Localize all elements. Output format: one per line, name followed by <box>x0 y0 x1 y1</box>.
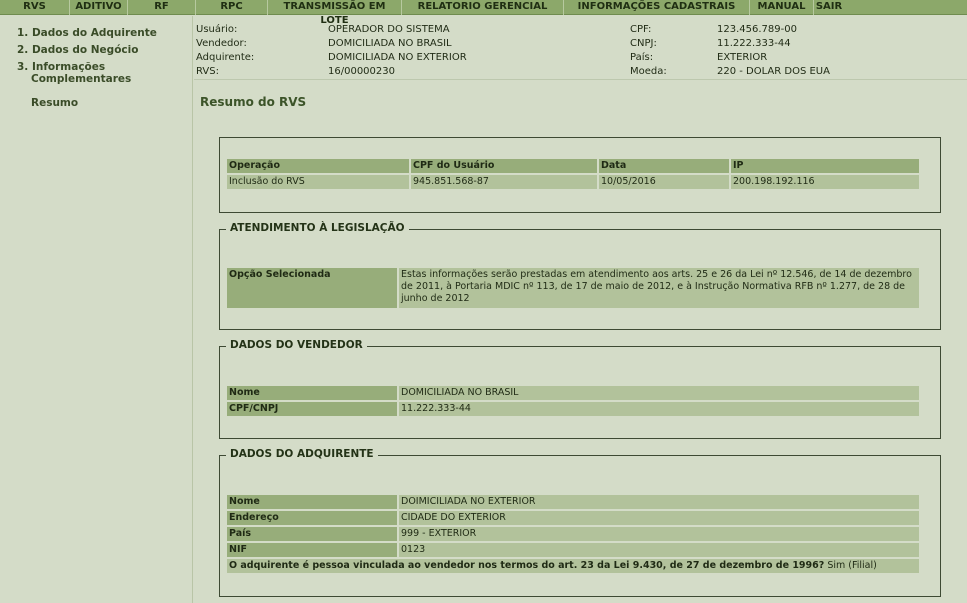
moeda-label: Moeda: <box>630 66 667 77</box>
vendedor-value: DOMICILIADA NO BRASIL <box>328 38 452 49</box>
vendedor-doc-label: CPF/CNPJ <box>227 402 397 416</box>
col-header-ip: IP <box>731 159 919 173</box>
menu-manual[interactable]: MANUAL <box>750 0 814 15</box>
col-header-data: Data <box>599 159 729 173</box>
legislacao-table: Opção Selecionada Estas informações serã… <box>227 266 919 310</box>
table-row: O adquirente é pessoa vinculada ao vende… <box>227 559 919 573</box>
vinculo-row: O adquirente é pessoa vinculada ao vende… <box>227 559 919 573</box>
menu-relatorio-gerencial[interactable]: RELATORIO GERENCIAL <box>402 0 564 15</box>
adquirente-table: Nome DOIMICILIADA NO EXTERIOR Endereço C… <box>227 493 919 575</box>
pais-value: EXTERIOR <box>717 52 768 63</box>
vendedor-box: DADOS DO VENDEDOR Nome DOMICILIADA NO BR… <box>219 339 941 439</box>
adquirente-value: DOMICILIADA NO EXTERIOR <box>328 52 467 63</box>
operation-header-row: Operação CPF do Usuário Data IP <box>227 159 919 173</box>
table-row: Opção Selecionada Estas informações serã… <box>227 268 919 308</box>
moeda-value: 220 - DOLAR DOS EUA <box>717 66 830 77</box>
adquirente-label: Adquirente: <box>196 52 255 63</box>
table-row: Nome DOMICILIADA NO BRASIL <box>227 386 919 400</box>
adquirente-legend: DADOS DO ADQUIRENTE <box>226 448 378 460</box>
menu-sair[interactable]: SAIR <box>814 0 844 15</box>
cpf-label: CPF: <box>630 24 652 35</box>
cell-data: 10/05/2016 <box>599 175 729 189</box>
top-menu-bar: RVS ADITIVO RF RPC TRANSMISSÃO EM LOTE R… <box>0 0 967 26</box>
col-header-operacao: Operação <box>227 159 409 173</box>
adquirente-nif-label: NIF <box>227 543 397 557</box>
vendedor-nome-label: Nome <box>227 386 397 400</box>
usuario-value: OPERADOR DO SISTEMA <box>328 24 450 35</box>
menu-rpc[interactable]: RPC <box>196 0 268 15</box>
menu-transmissao-em-lote[interactable]: TRANSMISSÃO EM LOTE <box>268 0 402 26</box>
cpf-value: 123.456.789-00 <box>717 24 797 35</box>
vendedor-doc-value: 11.222.333-44 <box>399 402 919 416</box>
opcao-selecionada-value: Estas informações serão prestadas em ate… <box>399 268 919 308</box>
cnpj-value: 11.222.333-44 <box>717 38 791 49</box>
adquirente-endereco-value: CIDADE DO EXTERIOR <box>399 511 919 525</box>
sidebar-step-complementares[interactable]: Complementares <box>31 73 131 85</box>
adquirente-nome-value: DOIMICILIADA NO EXTERIOR <box>399 495 919 509</box>
sidebar-resumo[interactable]: Resumo <box>31 97 78 109</box>
pais-label: País: <box>630 52 654 63</box>
header-info-panel: Usuário: OPERADOR DO SISTEMA Vendedor: D… <box>194 16 967 80</box>
sidebar-step-dados-adquirente[interactable]: 1. Dados do Adquirente <box>17 27 157 39</box>
menu-aditivo[interactable]: ADITIVO <box>70 0 128 15</box>
operation-table: Operação CPF do Usuário Data IP Inclusão… <box>227 157 919 191</box>
sidebar: 1. Dados do Adquirente 2. Dados do Negóc… <box>0 16 193 603</box>
operation-box: Operação CPF do Usuário Data IP Inclusão… <box>219 137 941 213</box>
rvs-label: RVS: <box>196 66 219 77</box>
cell-operacao: Inclusão do RVS <box>227 175 409 189</box>
legislacao-box: ATENDIMENTO À LEGISLAÇÃO Opção Seleciona… <box>219 222 941 330</box>
sidebar-step-dados-negocio[interactable]: 2. Dados do Negócio <box>17 44 138 56</box>
opcao-selecionada-label: Opção Selecionada <box>227 268 397 308</box>
adquirente-box: DADOS DO ADQUIRENTE Nome DOIMICILIADA NO… <box>219 448 941 597</box>
page-title: Resumo do RVS <box>200 95 307 109</box>
vendedor-nome-value: DOMICILIADA NO BRASIL <box>399 386 919 400</box>
menu-rvs[interactable]: RVS <box>0 0 70 15</box>
adquirente-nif-value: 0123 <box>399 543 919 557</box>
rvs-value: 16/00000230 <box>328 66 395 77</box>
vinculo-question: O adquirente é pessoa vinculada ao vende… <box>229 560 825 571</box>
table-row: Endereço CIDADE DO EXTERIOR <box>227 511 919 525</box>
table-row: CPF/CNPJ 11.222.333-44 <box>227 402 919 416</box>
table-row: País 999 - EXTERIOR <box>227 527 919 541</box>
col-header-cpf-usuario: CPF do Usuário <box>411 159 597 173</box>
cell-cpf-usuario: 945.851.568-87 <box>411 175 597 189</box>
vendedor-label: Vendedor: <box>196 38 247 49</box>
adquirente-pais-value: 999 - EXTERIOR <box>399 527 919 541</box>
vendedor-legend: DADOS DO VENDEDOR <box>226 339 367 351</box>
menu-informacoes-cadastrais[interactable]: INFORMAÇÕES CADASTRAIS <box>564 0 750 15</box>
adquirente-pais-label: País <box>227 527 397 541</box>
vinculo-answer: Sim (Filial) <box>827 560 877 571</box>
cnpj-label: CNPJ: <box>630 38 657 49</box>
vendedor-table: Nome DOMICILIADA NO BRASIL CPF/CNPJ 11.2… <box>227 384 919 418</box>
legislacao-legend: ATENDIMENTO À LEGISLAÇÃO <box>226 222 409 234</box>
table-row: NIF 0123 <box>227 543 919 557</box>
table-row: Nome DOIMICILIADA NO EXTERIOR <box>227 495 919 509</box>
menu-rf[interactable]: RF <box>128 0 196 15</box>
sidebar-step-informacoes[interactable]: 3. Informações <box>17 61 105 73</box>
table-row: Inclusão do RVS 945.851.568-87 10/05/201… <box>227 175 919 189</box>
usuario-label: Usuário: <box>196 24 238 35</box>
cell-ip: 200.198.192.116 <box>731 175 919 189</box>
adquirente-nome-label: Nome <box>227 495 397 509</box>
adquirente-endereco-label: Endereço <box>227 511 397 525</box>
